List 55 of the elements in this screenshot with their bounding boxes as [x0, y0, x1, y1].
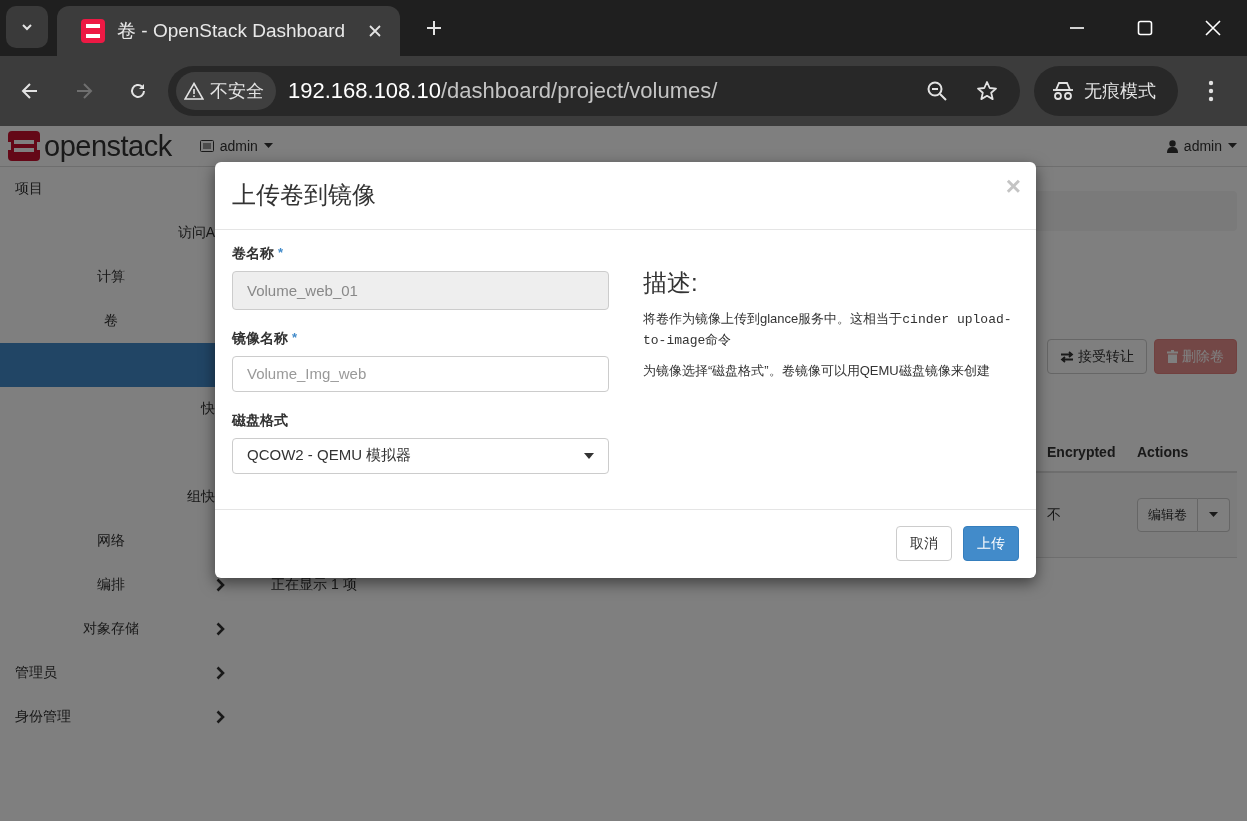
incognito-icon: [1052, 81, 1074, 101]
column-header: Actions: [1137, 444, 1190, 460]
caret-icon: [1228, 143, 1237, 149]
dialog-title: 上传卷到镜像: [232, 180, 376, 211]
url-text: 192.168.108.10/dashboard/project/volumes/: [288, 78, 718, 104]
project-dropdown[interactable]: admin: [199, 138, 273, 154]
brand-name: openstack: [44, 129, 172, 163]
security-chip[interactable]: 不安全: [176, 72, 276, 110]
field-label: 磁盘格式: [232, 411, 288, 428]
caret-icon: [263, 143, 273, 149]
security-label: 不安全: [210, 80, 264, 103]
sidebar-item[interactable]: 组快: [0, 475, 215, 519]
plus-icon[interactable]: [426, 20, 442, 36]
zoom-out-icon[interactable]: [926, 80, 948, 102]
incognito-button[interactable]: 无痕模式: [1034, 66, 1178, 116]
field-label: 卷名称: [232, 244, 274, 261]
description-heading: 描述:: [643, 267, 699, 298]
reload-icon[interactable]: [128, 81, 148, 101]
star-icon[interactable]: [976, 80, 998, 102]
description-text: 将卷作为镜像上传到glance服务中。这相当于cinder upload-to-image命令: [643, 309, 1013, 350]
field-label: 镜像名称: [232, 329, 288, 346]
back-arrow-icon[interactable]: [20, 81, 40, 101]
text-field[interactable]: Volume_Img_web: [232, 355, 609, 392]
dropdown-toggle[interactable]: [1198, 498, 1230, 532]
item-count: 正在显示 1 项: [271, 576, 358, 594]
address-bar[interactable]: 不安全 192.168.108.10/dashboard/project/volumes/: [168, 66, 1020, 116]
select-field[interactable]: QCOW2 - QEMU 模拟器: [232, 437, 609, 474]
required-mark: *: [292, 329, 298, 345]
sidebar-item[interactable]: 身份管理: [0, 695, 235, 739]
list-icon: [199, 140, 214, 152]
caret-icon: [584, 452, 594, 459]
caret-icon: [1209, 512, 1218, 518]
sidebar-item[interactable]: 访问A: [0, 211, 215, 255]
maximize-icon[interactable]: [1137, 20, 1153, 36]
tab-title: 卷 - OpenStack Dashboard: [117, 19, 347, 43]
column-header: Encrypted: [1046, 444, 1117, 460]
user-dropdown[interactable]: admin: [1166, 138, 1237, 154]
description-text: 为镜像选择“磁盘格式”。卷镜像可以用QEMU磁盘镜像来创建: [643, 361, 991, 380]
browser-tab[interactable]: 卷 - OpenStack Dashboard: [57, 6, 400, 56]
sidebar-item[interactable]: 管理员: [0, 651, 235, 695]
warning-icon: [184, 82, 204, 100]
upload-button[interactable]: 上传: [963, 526, 1019, 562]
required-mark: *: [278, 244, 284, 260]
menu-icon[interactable]: [1208, 80, 1214, 102]
table-cell: 不: [1047, 506, 1061, 522]
openstack-logo-icon: [81, 19, 105, 43]
user-icon: [1166, 139, 1178, 153]
sidebar-item[interactable]: 对象存储: [0, 607, 222, 651]
sidebar-item[interactable]: 快: [0, 387, 215, 431]
close-icon[interactable]: [368, 24, 382, 38]
edit-volume-button[interactable]: 编辑卷: [1137, 498, 1198, 532]
cancel-button[interactable]: 取消: [896, 526, 952, 562]
swap-arrows-icon: [1060, 350, 1074, 363]
transfer-button[interactable]: 接受转让: [1047, 339, 1147, 374]
openstack-logo-icon: [8, 131, 40, 161]
